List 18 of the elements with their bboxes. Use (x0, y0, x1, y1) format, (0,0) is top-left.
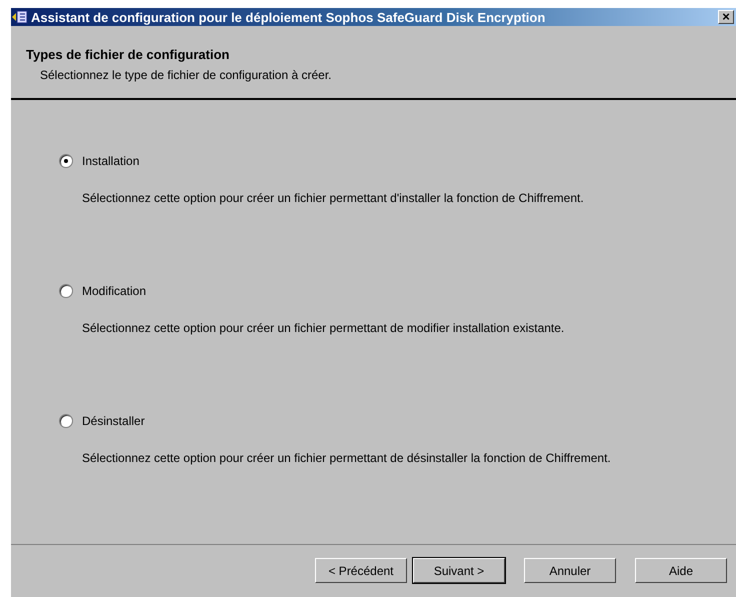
radio-button[interactable] (59, 154, 73, 168)
dialog-button[interactable]: Aide (635, 558, 727, 583)
dialog-button[interactable]: Suivant > (413, 558, 505, 583)
radio-button[interactable] (59, 284, 73, 298)
page-subtitle: Sélectionnez le type de fichier de configuration à créer. (40, 68, 333, 82)
dialog-button[interactable]: Annuler (524, 558, 616, 583)
radio-button[interactable] (59, 414, 73, 428)
wizard-icon (11, 9, 29, 26)
window-title: Assistant de configuration pour le déploiement Sophos SafeGuard Disk Encryption (31, 10, 546, 25)
dialog-button[interactable]: < Précédent (315, 558, 407, 583)
option-label[interactable]: Modification (82, 284, 146, 298)
option-label[interactable]: Installation (82, 154, 140, 168)
option-label[interactable]: Désinstaller (82, 414, 145, 428)
option-description: Sélectionnez cette option pour créer un fichier permettant d'installer la fonction de Chiffrement. (82, 191, 584, 205)
page-title: Types de fichier de configuration (26, 47, 230, 62)
option-description: Sélectionnez cette option pour créer un fichier permettant de désinstaller la fonction de Chiffrement. (82, 451, 611, 465)
close-button[interactable]: × (718, 10, 734, 24)
option-description: Sélectionnez cette option pour créer un fichier permettant de modifier installation existante. (82, 321, 564, 335)
